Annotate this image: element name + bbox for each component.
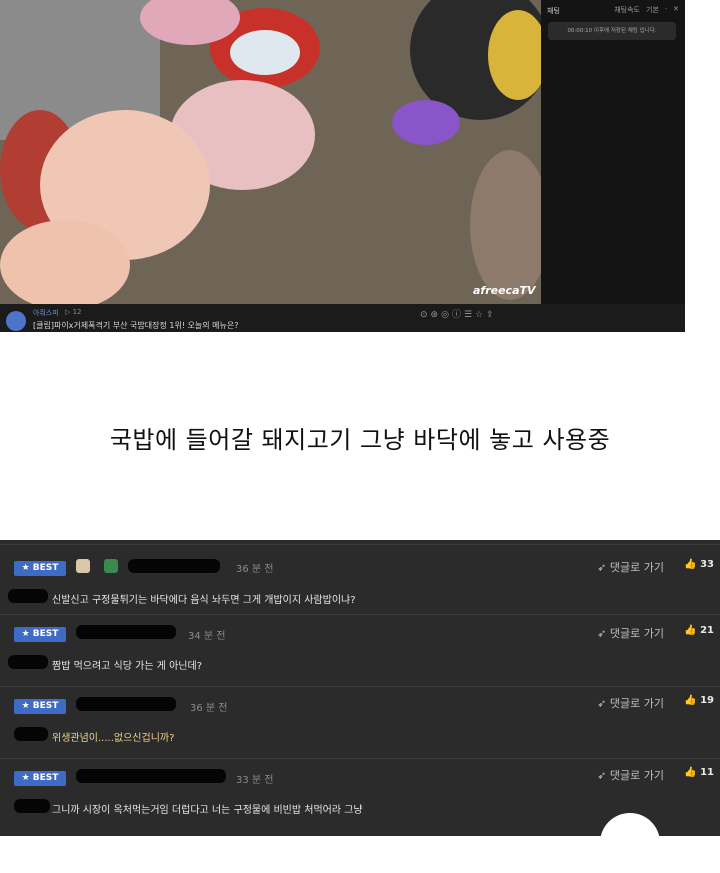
chat-panel: 채팅 채팅속도 기본 · ✕ 00:00:10 이후에 저장된 채팅 입니다. xyxy=(541,0,685,304)
purple-shoe xyxy=(392,100,460,145)
like-count[interactable]: 👍 21 xyxy=(684,625,714,636)
video-player[interactable]: afreecaTV 채팅 채팅속도 기본 · ✕ 00:00:10 이후에 저장… xyxy=(0,0,685,332)
reply-arrow-icon: ➶ xyxy=(597,769,607,782)
redacted-mention xyxy=(8,589,48,603)
comment-body: 신발신고 구정물튀기는 바닥에다 음식 놔두면 그게 개밥이지 사람밥이냐? xyxy=(52,595,356,606)
plates xyxy=(230,30,300,75)
chat-speed-value[interactable]: 기본 xyxy=(646,5,659,15)
chat-notice: 00:00:10 이후에 저장된 채팅 입니다. xyxy=(548,22,676,40)
thumbs-up-icon: 👍 xyxy=(684,559,697,570)
comment-item: ★ BEST 34 분 전 ➶ 댓글로 가기 👍 21 짬밥 먹으려고 식당 가… xyxy=(0,614,720,685)
streamer-name[interactable]: 아줘스피 xyxy=(33,308,59,318)
player-controls[interactable]: ⊙⊛◎ⓘ☰☆⇪ xyxy=(420,307,497,320)
chat-speed-label[interactable]: 채팅속도 xyxy=(614,5,640,15)
best-badge: ★ BEST xyxy=(14,561,66,576)
stream-info-bar: 아줘스피 ▷ 12 [클립]파이x거제폭격기 부산 국밥대장정 1위! 오늘의 … xyxy=(0,304,685,332)
comment-item: ★ BEST 36 분 전 ➶ 댓글로 가기 👍 33 신발신고 구정물튀기는 … xyxy=(0,544,720,615)
redacted-mention xyxy=(14,727,48,741)
redacted-username xyxy=(76,697,176,711)
user-level-icon xyxy=(104,559,118,573)
user-avatar xyxy=(76,559,90,573)
redacted-username xyxy=(76,625,176,639)
redacted-mention xyxy=(8,655,48,669)
reply-link[interactable]: ➶ 댓글로 가기 xyxy=(597,625,664,641)
caption-text: 국밥에 들어갈 돼지고기 그냥 바닥에 놓고 사용중 xyxy=(109,426,611,454)
upload-icon[interactable]: ⇪ xyxy=(486,310,497,320)
video-frame[interactable] xyxy=(0,0,541,304)
reply-arrow-icon: ➶ xyxy=(597,697,607,710)
chat-dot: · xyxy=(664,5,668,13)
reply-arrow-icon: ➶ xyxy=(597,561,607,574)
best-badge: ★ BEST xyxy=(14,699,66,714)
comment-time: 36 분 전 xyxy=(190,703,228,714)
comment-time: 34 분 전 xyxy=(188,631,226,642)
info-icon[interactable]: ⓘ xyxy=(452,310,464,320)
settings-icon[interactable]: ⊙ xyxy=(420,310,431,320)
viewer-count: ▷ 12 xyxy=(65,308,82,316)
reply-link[interactable]: ➶ 댓글로 가기 xyxy=(597,695,664,711)
reply-link[interactable]: ➶ 댓글로 가기 xyxy=(597,767,664,783)
comment-item: ★ BEST 36 분 전 ➶ 댓글로 가기 👍 19 위생관념이.....없으… xyxy=(0,686,720,757)
share-icon[interactable]: ⊛ xyxy=(431,310,442,320)
thumbs-up-icon: 👍 xyxy=(684,695,697,706)
arm xyxy=(0,220,130,304)
like-count[interactable]: 👍 33 xyxy=(684,559,714,570)
scroll-top-button[interactable] xyxy=(600,813,660,873)
redacted-username xyxy=(76,769,226,783)
list-icon[interactable]: ☰ xyxy=(464,310,475,320)
best-badge: ★ BEST xyxy=(14,771,66,786)
bookmark-icon[interactable]: ◎ xyxy=(441,310,452,320)
comment-body: 위생관념이.....없으신겁니까? xyxy=(52,733,175,744)
yellow-bag xyxy=(488,10,541,100)
video-title: [클립]파이x거제폭격기 부산 국밥대장정 1위! 오늘의 메뉴은? xyxy=(33,321,239,330)
comment-list: ★ BEST 36 분 전 ➶ 댓글로 가기 👍 33 신발신고 구정물튀기는 … xyxy=(0,540,720,836)
chat-controls[interactable]: 채팅속도 기본 · ✕ xyxy=(614,5,679,15)
bags-right xyxy=(470,150,541,300)
thumbs-up-icon: 👍 xyxy=(684,625,697,636)
comment-body: 짬밥 먹으려고 식당 가는 게 아닌데? xyxy=(52,661,203,672)
best-badge: ★ BEST xyxy=(14,627,66,642)
redacted-mention xyxy=(14,799,50,813)
reply-link[interactable]: ➶ 댓글로 가기 xyxy=(597,559,664,575)
chat-title: 채팅 xyxy=(547,7,560,15)
thumbs-up-icon: 👍 xyxy=(684,767,697,778)
comment-time: 36 분 전 xyxy=(236,564,274,575)
streamer-avatar[interactable] xyxy=(6,311,26,331)
reply-arrow-icon: ➶ xyxy=(597,627,607,640)
like-icon[interactable]: ☆ xyxy=(475,310,486,320)
redacted-username xyxy=(128,559,220,573)
like-count[interactable]: 👍 19 xyxy=(684,695,714,706)
afreecatv-logo: afreecaTV xyxy=(473,284,536,297)
comment-body: 그니까 시장이 옥처먹는거임 더럽다고 너는 구정물에 비빈밥 처먹어라 그냥 xyxy=(52,805,363,816)
comment-time: 33 분 전 xyxy=(236,775,274,786)
close-icon[interactable]: ✕ xyxy=(673,5,679,15)
like-count[interactable]: 👍 11 xyxy=(684,767,714,778)
